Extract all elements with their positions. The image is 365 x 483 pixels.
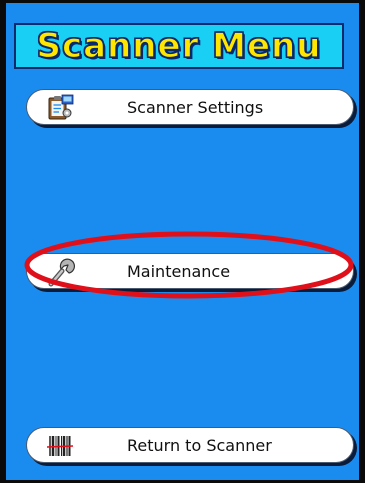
scanner-menu-screen: Scanner Menu Scanner Settings Maintenanc… (6, 3, 359, 480)
maintenance-label: Maintenance (127, 262, 231, 281)
settings-clipboard-icon (48, 94, 74, 120)
scanner-settings-button[interactable]: Scanner Settings (26, 89, 354, 125)
wrench-icon (48, 258, 75, 287)
maintenance-button[interactable]: Maintenance (26, 253, 354, 289)
scanner-settings-label: Scanner Settings (127, 98, 264, 117)
return-to-scanner-label: Return to Scanner (127, 436, 272, 455)
page-title: Scanner Menu (36, 26, 322, 66)
return-to-scanner-button[interactable]: Return to Scanner (26, 427, 354, 463)
device-frame: Scanner Menu Scanner Settings Maintenanc… (0, 0, 365, 483)
title-banner: Scanner Menu (14, 23, 344, 69)
barcode-icon (46, 436, 74, 456)
